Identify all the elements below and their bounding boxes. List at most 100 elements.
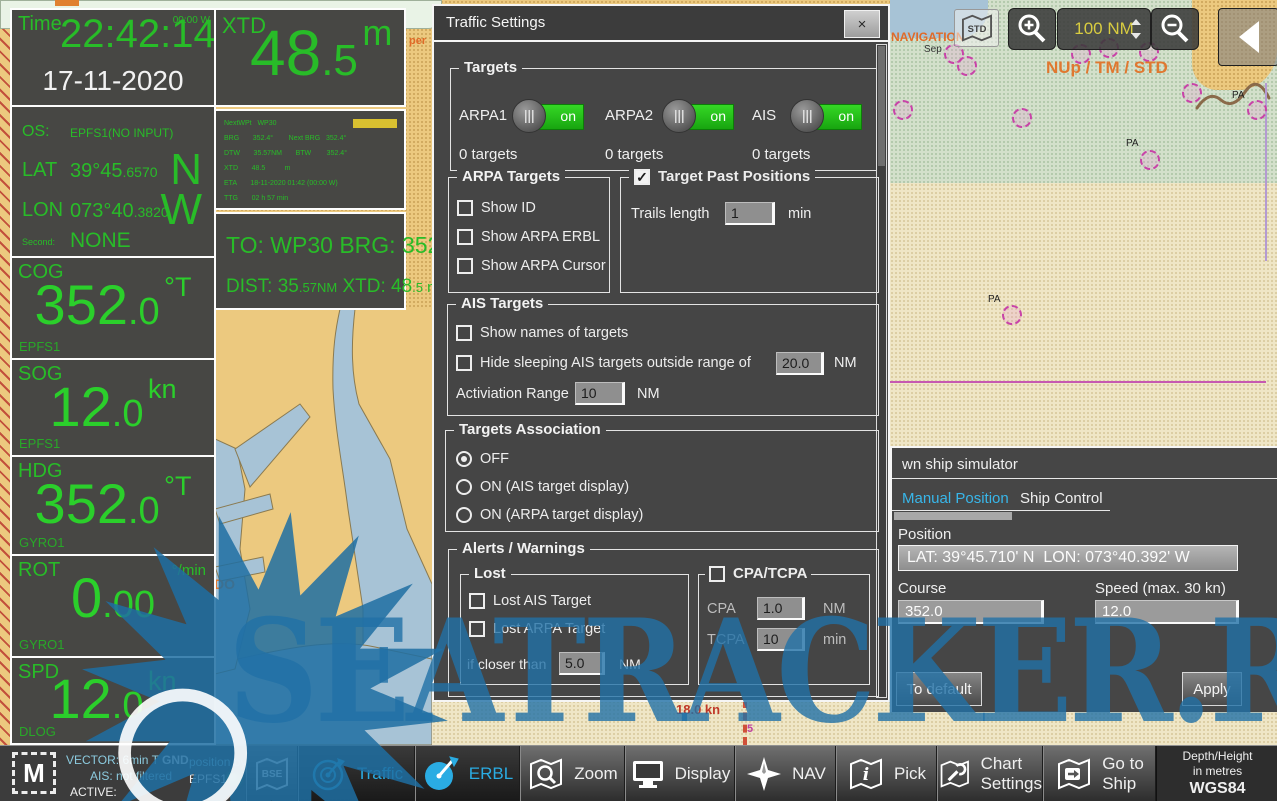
tcpa-unit: min (823, 632, 846, 648)
go-to-ship-button[interactable]: Go toShip (1043, 746, 1156, 801)
app-logo[interactable]: M (12, 752, 56, 794)
past-positions-group: Target Past Positions Trails length 1 mi… (620, 177, 879, 293)
buoy-symbol[interactable] (1012, 108, 1032, 128)
checkbox-icon[interactable] (457, 229, 473, 245)
checkbox-icon[interactable] (456, 355, 472, 371)
std-display-button[interactable]: STD (954, 9, 999, 47)
spd-source: DLOG (19, 724, 56, 739)
speed-label: Speed (max. 30 kn) (1095, 580, 1226, 597)
hide-sleeping-checkbox[interactable]: Hide sleeping AIS targets outside range … (456, 355, 751, 371)
sounding-label: 5 (747, 723, 753, 735)
tab-manual-position[interactable]: Manual Position (902, 490, 1009, 507)
zoom-in-button[interactable] (1008, 8, 1056, 50)
cpa-input[interactable]: 1.0 (757, 597, 805, 620)
position-label: Position (898, 526, 951, 543)
dialog-close-button[interactable]: × (844, 10, 880, 38)
erbl-button[interactable]: ERBL (415, 746, 520, 801)
display-button[interactable]: Display (625, 746, 735, 801)
zoom-button[interactable]: Zoom (520, 746, 625, 801)
pick-label: Pick (894, 764, 926, 784)
depth-area (890, 183, 1277, 446)
nav-button[interactable]: NAV (735, 746, 836, 801)
range-scale-display[interactable]: 100 NM (1057, 8, 1151, 50)
past-positions-legend-checkbox[interactable]: Target Past Positions (629, 168, 815, 185)
targets-legend: Targets (459, 59, 522, 76)
speed-input[interactable]: 12.0 (1095, 600, 1239, 624)
zoom-label: Zoom (574, 764, 617, 784)
buoy-symbol[interactable] (957, 56, 977, 76)
toggle-knob[interactable] (662, 99, 696, 133)
coastal-chart-strip[interactable] (215, 309, 432, 745)
pick-button[interactable]: i Pick (836, 746, 937, 801)
radio-icon[interactable] (456, 479, 472, 495)
xtd-panel: XTD 48.5 m (214, 8, 406, 107)
checkbox-icon[interactable] (469, 593, 485, 609)
panel-collapse-button[interactable] (1218, 8, 1277, 66)
course-input[interactable]: 352.0 (898, 600, 1044, 624)
to-default-button[interactable]: To default (896, 672, 982, 706)
cpa-label: CPA (707, 601, 736, 617)
route-monitor-row: ETA 18-11-2020 01:42 (00:00 W) (224, 180, 338, 187)
chart-settings-button[interactable]: ChartSettings (937, 746, 1043, 801)
hide-sleeping-range-input[interactable]: 20.0 (776, 352, 824, 375)
cpa-tcpa-legend-checkbox[interactable]: CPA/TCPA (705, 565, 811, 582)
buoy-symbol[interactable] (1140, 150, 1160, 170)
checkbox-checked-icon[interactable] (634, 169, 650, 185)
lost-arpa-checkbox[interactable]: Lost ARPA Target (469, 621, 605, 637)
association-off-radio[interactable]: OFF (456, 451, 509, 467)
position-field[interactable]: LAT: 39°45.710' N LON: 073°40.392' W (898, 545, 1238, 571)
toggle-knob[interactable] (790, 99, 824, 133)
checkbox-icon[interactable] (457, 258, 473, 274)
toggle-knob[interactable] (512, 99, 546, 133)
association-on-ais-radio[interactable]: ON (AIS target display) (456, 479, 629, 495)
tab-ship-control[interactable]: Ship Control (1020, 490, 1103, 507)
checkbox-icon[interactable] (709, 566, 725, 582)
arpa1-label: ARPA1 (459, 107, 507, 124)
nav-label: NAV (792, 764, 826, 784)
erbl-label: ERBL (469, 764, 513, 784)
radio-selected-icon[interactable] (456, 451, 472, 467)
depth-area-bottom-right (890, 712, 1277, 745)
to-default-label: To default (906, 681, 971, 698)
lost-ais-checkbox[interactable]: Lost AIS Target (469, 593, 591, 609)
show-arpa-cursor-checkbox[interactable]: Show ARPA Cursor (457, 258, 606, 274)
buoy-symbol[interactable] (1247, 100, 1267, 120)
dialog-titlebar[interactable]: Traffic Settings × (434, 6, 888, 42)
apply-button[interactable]: Apply (1182, 672, 1242, 706)
tab-underline (892, 510, 1110, 511)
traffic-button[interactable]: Traffic (298, 746, 415, 801)
buoy-symbol[interactable] (1182, 83, 1202, 103)
bse-button[interactable]: BSE (246, 746, 298, 801)
arpa1-target-count: 0 targets (459, 146, 517, 163)
speed-input-value: 12.0 (1096, 603, 1131, 620)
buoy-symbol[interactable] (1002, 305, 1022, 325)
do-chart-label: DO (214, 576, 235, 592)
show-id-checkbox[interactable]: Show ID (457, 200, 536, 216)
show-arpa-erbl-checkbox[interactable]: Show ARPA ERBL (457, 229, 600, 245)
depth-area-bottom (432, 700, 890, 745)
arpa2-toggle[interactable]: on (666, 103, 732, 129)
range-spinner-down-icon[interactable] (1131, 33, 1141, 39)
buoy-symbol[interactable] (893, 100, 913, 120)
pick-info-icon: i (847, 755, 885, 793)
radio-icon[interactable] (456, 507, 472, 523)
xtd-value: 48.5 m (250, 12, 392, 86)
checkbox-icon[interactable] (456, 325, 472, 341)
toggle-on-label: on (560, 108, 576, 124)
trails-length-input[interactable]: 1 (725, 202, 775, 225)
if-closer-input[interactable]: 5.0 (559, 652, 605, 675)
scrollbar-thumb[interactable] (878, 46, 885, 166)
zoom-out-button[interactable] (1151, 8, 1199, 50)
association-on-arpa-radio[interactable]: ON (ARPA target display) (456, 507, 643, 523)
ais-toggle[interactable]: on (794, 103, 860, 129)
ais-target-count: 0 targets (752, 146, 810, 163)
position-source-label: EPFS1 (189, 772, 227, 786)
checkbox-icon[interactable] (457, 200, 473, 216)
tcpa-input[interactable]: 10 (757, 628, 805, 651)
arpa1-toggle[interactable]: on (516, 103, 582, 129)
checkbox-icon[interactable] (469, 621, 485, 637)
nav-compass-icon (745, 755, 783, 793)
activation-range-input[interactable]: 10 (575, 382, 625, 405)
show-names-checkbox[interactable]: Show names of targets (456, 325, 628, 341)
range-spinner-up-icon[interactable] (1131, 19, 1141, 25)
